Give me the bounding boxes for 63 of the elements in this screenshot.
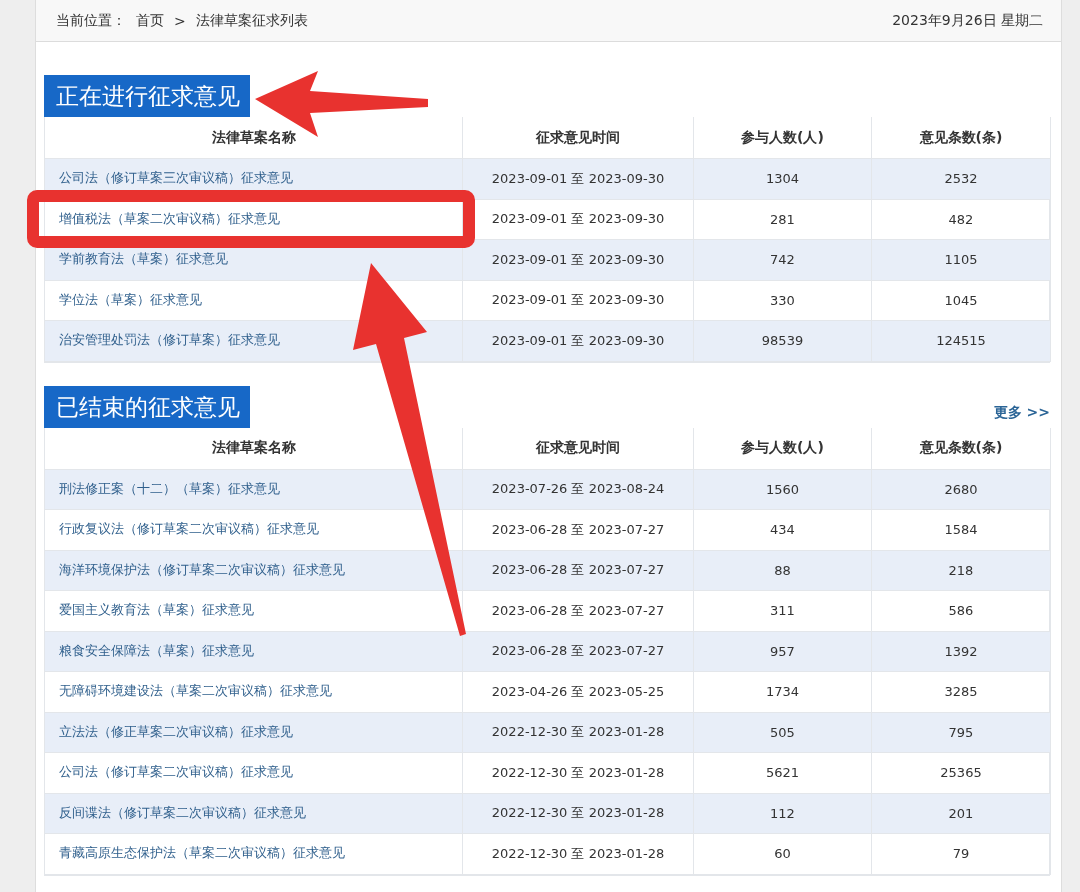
table-cell: 79	[872, 834, 1051, 875]
table-cell: 2023-04-26 至 2023-05-25	[463, 672, 694, 713]
column-header: 法律草案名称	[45, 117, 463, 159]
table-cell: 124515	[872, 321, 1051, 362]
table-cell: 88	[694, 550, 872, 591]
table-cell: 505	[694, 712, 872, 753]
column-header: 征求意见时间	[463, 427, 694, 470]
table-cell: 1560	[694, 469, 872, 510]
table-cell: 112	[694, 793, 872, 834]
table-cell: 586	[872, 591, 1051, 632]
table-cell: 60	[694, 834, 872, 875]
table-cell: 311	[694, 591, 872, 632]
draft-link[interactable]: 青藏高原生态保护法（草案二次审议稿）征求意见	[59, 845, 345, 863]
table-cell: 2023-06-28 至 2023-07-27	[463, 591, 694, 632]
more-link[interactable]: 更多 >>	[993, 403, 1050, 428]
table-cell: 1304	[694, 159, 872, 200]
table-cell: 1584	[872, 510, 1051, 551]
table-cell: 2023-09-01 至 2023-09-30	[463, 240, 694, 281]
section-title: 已结束的征求意见	[44, 385, 250, 428]
table-cell: 742	[694, 240, 872, 281]
table-cell: 2022-12-30 至 2023-01-28	[463, 793, 694, 834]
table-cell: 1105	[872, 240, 1051, 281]
column-header: 法律草案名称	[45, 427, 463, 470]
breadcrumb-label: 当前位置：	[56, 11, 126, 30]
draft-link[interactable]: 公司法（修订草案二次审议稿）征求意见	[59, 764, 293, 782]
table-cell: 98539	[694, 321, 872, 362]
breadcrumb-link[interactable]: 首页	[136, 11, 164, 30]
table-cell: 957	[694, 631, 872, 672]
table-cell: 2023-06-28 至 2023-07-27	[463, 510, 694, 551]
draft-link[interactable]: 行政复议法（修订草案二次审议稿）征求意见	[59, 521, 319, 539]
draft-link[interactable]: 增值税法（草案二次审议稿）征求意见	[59, 210, 280, 228]
table-cell: 2532	[872, 159, 1051, 200]
column-header: 意见条数(条)	[872, 427, 1051, 470]
column-header: 参与人数(人)	[694, 427, 872, 470]
breadcrumb-link[interactable]: 法律草案征求列表	[195, 11, 308, 30]
column-header: 征求意见时间	[463, 117, 694, 159]
table-cell: 795	[872, 712, 1051, 753]
draft-link[interactable]: 学前教育法（草案）征求意见	[59, 251, 228, 269]
draft-link[interactable]: 爱国主义教育法（草案）征求意见	[59, 602, 254, 620]
table-cell: 434	[694, 510, 872, 551]
table-cell: 2023-07-26 至 2023-08-24	[463, 469, 694, 510]
table-cell: 2022-12-30 至 2023-01-28	[463, 834, 694, 875]
table-cell: 2023-09-01 至 2023-09-30	[463, 321, 694, 362]
draft-link[interactable]: 无障碍环境建设法（草案二次审议稿）征求意见	[59, 683, 332, 701]
table-cell: 1392	[872, 631, 1051, 672]
table-cell: 2023-09-01 至 2023-09-30	[463, 159, 694, 200]
draft-link[interactable]: 学位法（草案）征求意见	[59, 291, 202, 309]
table-cell: 3285	[872, 672, 1051, 713]
table-cell: 2023-06-28 至 2023-07-27	[463, 631, 694, 672]
date-text: 2023年9月26日 星期二	[892, 11, 1043, 30]
table-cell: 201	[872, 793, 1051, 834]
column-header: 意见条数(条)	[872, 117, 1051, 159]
section-title: 正在进行征求意见	[44, 75, 250, 117]
table-cell: 2022-12-30 至 2023-01-28	[463, 712, 694, 753]
table-cell: 2023-06-28 至 2023-07-27	[463, 550, 694, 591]
table-cell: 5621	[694, 753, 872, 794]
table-cell: 218	[872, 550, 1051, 591]
table-cell: 2022-12-30 至 2023-01-28	[463, 753, 694, 794]
table-cell: 2680	[872, 469, 1051, 510]
table-cell: 25365	[872, 753, 1051, 794]
breadcrumb-separator: >	[174, 12, 186, 29]
table-cell: 1734	[694, 672, 872, 713]
column-header: 参与人数(人)	[694, 117, 872, 159]
